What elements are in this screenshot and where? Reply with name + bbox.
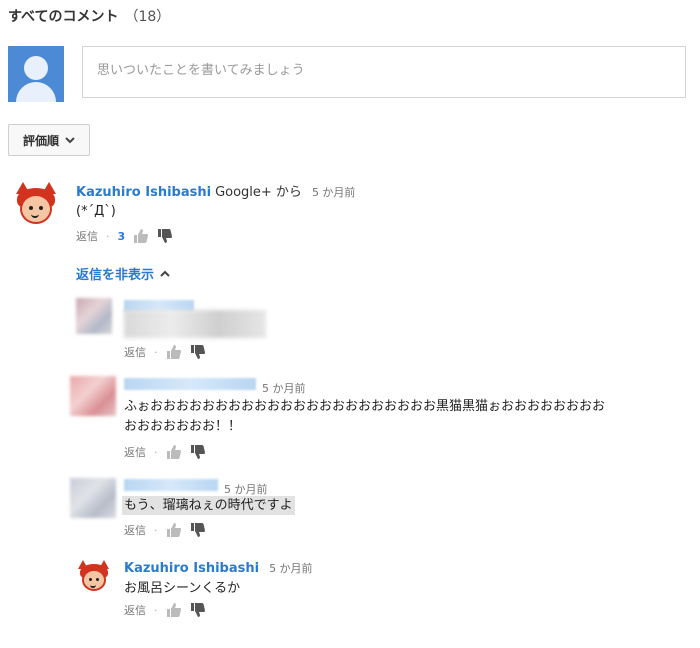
reply-button[interactable]: 返信	[124, 522, 146, 538]
thumbs-down-icon[interactable]	[190, 444, 206, 460]
separator: ·	[154, 345, 158, 359]
reply-avatar[interactable]	[70, 478, 116, 518]
reply-time-wrap: 5 か月前	[262, 377, 306, 396]
separator: ·	[154, 603, 158, 617]
hide-replies-label: 返信を非表示	[76, 268, 155, 283]
thumbs-down-icon[interactable]	[190, 602, 206, 618]
reply-avatar[interactable]	[70, 376, 116, 416]
reply-button[interactable]: 返信	[124, 444, 146, 460]
comment-source: Google+ から	[215, 185, 302, 200]
reply-time[interactable]: 5 か月前	[262, 382, 306, 395]
like-count: 3	[117, 229, 126, 243]
comments-title: すべてのコメント	[8, 9, 119, 25]
thumbs-up-icon[interactable]	[166, 344, 182, 360]
separator: ·	[154, 445, 158, 459]
thumbs-up-icon[interactable]	[166, 444, 182, 460]
sort-dropdown[interactable]: 評価順	[8, 124, 90, 156]
thumbs-up-icon[interactable]	[166, 602, 182, 618]
chevron-up-icon	[160, 270, 170, 277]
reply-text-wrap: もう、瑠璃ねぇの時代ですよ	[122, 494, 295, 515]
comment-text: (*´Д`)	[76, 204, 116, 219]
comment-input[interactable]: 思いついたことを書いてみましょう	[82, 46, 686, 98]
reply-actions: 返信 ·	[124, 444, 206, 460]
reply-button[interactable]: 返信	[76, 228, 98, 244]
reply-actions: 返信 ·	[124, 522, 206, 538]
thumbs-down-icon[interactable]	[157, 228, 173, 244]
separator: ·	[154, 523, 158, 537]
reply-author-blurred	[124, 378, 256, 390]
reply-actions: 返信 ·	[124, 344, 206, 360]
comments-header: すべてのコメント （18）	[8, 6, 170, 26]
sort-label: 評価順	[22, 133, 59, 148]
reply-actions: 返信 ·	[124, 602, 206, 618]
comment-placeholder: 思いついたことを書いてみましょう	[97, 63, 305, 78]
comment-author[interactable]: Kazuhiro Ishibashi	[76, 185, 211, 200]
reply-author-blurred	[124, 479, 218, 491]
reply-button[interactable]: 返信	[124, 602, 146, 618]
hide-replies-toggle[interactable]: 返信を非表示	[76, 264, 170, 283]
reply-text: お風呂シーンくるか	[124, 581, 241, 596]
thumbs-down-icon[interactable]	[190, 344, 206, 360]
reply-avatar[interactable]	[76, 298, 112, 334]
author-avatar[interactable]	[78, 560, 110, 594]
thumbs-up-icon[interactable]	[133, 228, 149, 244]
reply-text-line: おおおおおおお！！	[124, 419, 242, 434]
author-avatar[interactable]	[14, 182, 58, 228]
comments-count: （18）	[124, 9, 171, 25]
chevron-down-icon	[65, 136, 75, 143]
reply-text: もう、瑠璃ねぇの時代ですよ	[122, 496, 295, 515]
user-avatar-icon[interactable]	[8, 46, 64, 102]
thumbs-down-icon[interactable]	[190, 522, 206, 538]
separator: ·	[106, 229, 110, 243]
reply-header: Kazuhiro Ishibashi 5 か月前	[124, 557, 313, 576]
reply-time[interactable]: 5 か月前	[269, 562, 313, 575]
comment-actions: 返信 · 3	[76, 228, 173, 244]
reply-text-line: ふぉおおおおおおおおおおおおおおおおおおおおおお黒猫黒猫ぉおおおおおおおお	[124, 399, 606, 414]
reply-text-blurred	[124, 310, 266, 338]
reply-button[interactable]: 返信	[124, 344, 146, 360]
reply-text: ふぉおおおおおおおおおおおおおおおおおおおおおお黒猫黒猫ぉおおおおおおおお おお…	[124, 397, 605, 437]
reply-author[interactable]: Kazuhiro Ishibashi	[124, 561, 259, 576]
thumbs-up-icon[interactable]	[166, 522, 182, 538]
comment-header: Kazuhiro Ishibashi Google+ から 5 か月前	[76, 181, 355, 200]
comment-time[interactable]: 5 か月前	[312, 186, 356, 199]
